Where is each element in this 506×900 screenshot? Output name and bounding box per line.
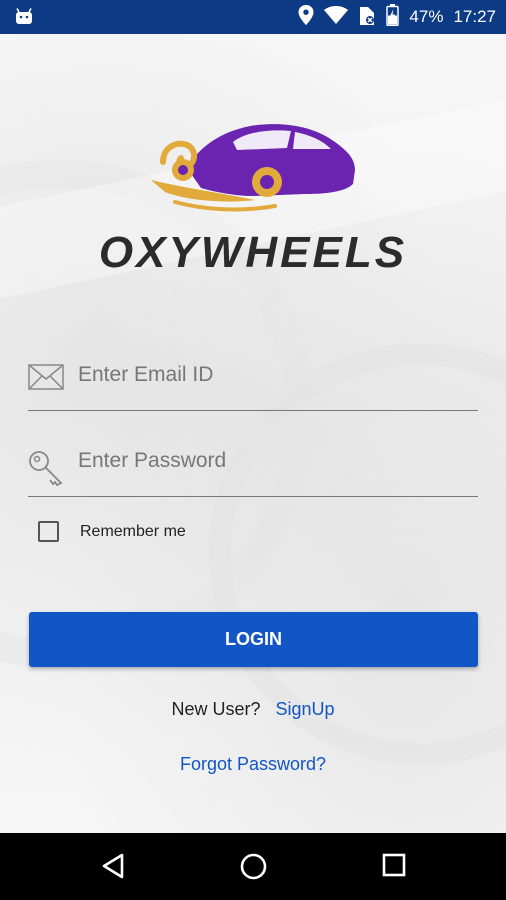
- password-placeholder[interactable]: Enter Password: [78, 449, 226, 473]
- wifi-icon: [324, 5, 349, 29]
- new-user-text: New User?: [171, 699, 261, 719]
- clock-time: 17:27: [453, 7, 496, 26]
- signup-link[interactable]: SignUp: [276, 699, 335, 719]
- android-icon: [14, 8, 34, 31]
- battery-percent: 47%: [409, 7, 444, 26]
- forgot-password-link[interactable]: Forgot Password?: [0, 754, 506, 775]
- navigation-bar: [0, 833, 506, 900]
- key-icon: [28, 450, 64, 491]
- email-field[interactable]: Enter Email ID: [28, 350, 478, 411]
- login-button[interactable]: LOGIN: [29, 612, 478, 667]
- recents-icon[interactable]: [382, 853, 406, 882]
- location-icon: [298, 4, 314, 30]
- envelope-icon: [28, 364, 64, 395]
- back-icon[interactable]: [101, 853, 125, 884]
- remember-me-row[interactable]: Remember me: [38, 521, 186, 542]
- remember-me-label[interactable]: Remember me: [80, 523, 186, 541]
- home-icon[interactable]: [240, 853, 267, 885]
- login-screen: OXYWHEELS Enter Email ID Enter Password …: [0, 34, 506, 833]
- brand-logo: [145, 122, 361, 219]
- email-placeholder[interactable]: Enter Email ID: [78, 363, 213, 387]
- password-field[interactable]: Enter Password: [28, 436, 478, 497]
- brand-name: OXYWHEELS: [98, 228, 408, 277]
- remember-me-checkbox[interactable]: [38, 521, 59, 542]
- signup-row: New User? SignUp: [0, 699, 506, 720]
- signal-icon: [358, 5, 376, 30]
- battery-icon: [386, 3, 400, 31]
- status-bar: 47% 17:27: [0, 0, 506, 34]
